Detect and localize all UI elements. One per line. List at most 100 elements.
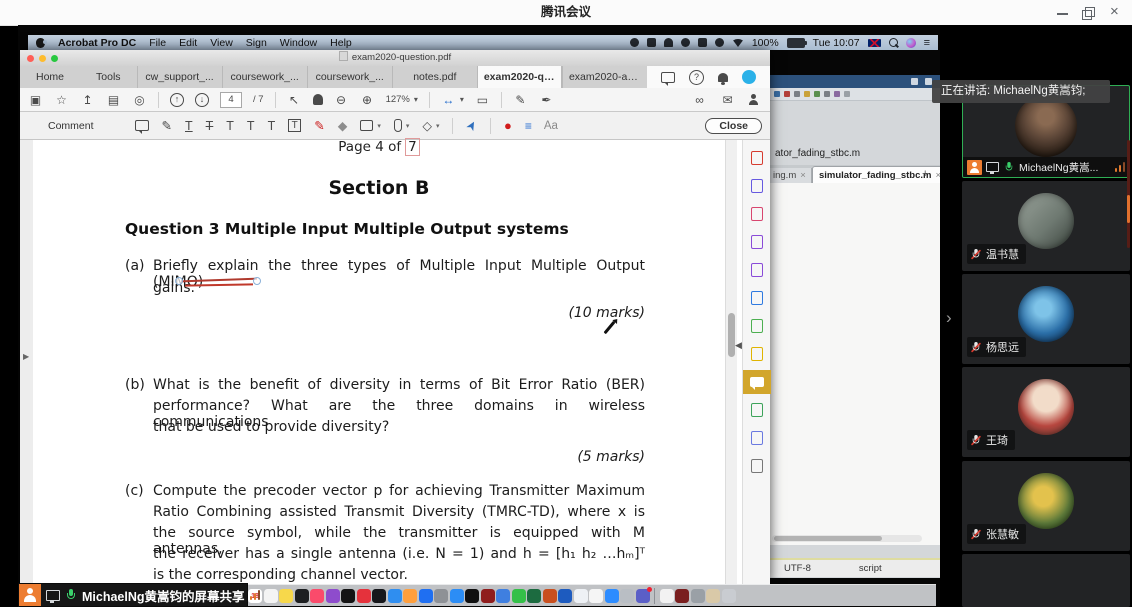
color-swatch-icon[interactable]: ● [504,118,512,133]
email-icon[interactable]: ✉ [720,93,735,107]
eraser-icon[interactable]: ◆ [338,118,348,133]
acrobat-folder-icon[interactable] [675,589,689,603]
protect-icon[interactable] [743,426,771,450]
status-globe-icon[interactable] [715,38,724,47]
tv-icon[interactable] [341,589,355,603]
menu-edit[interactable]: Edit [179,37,197,49]
star-icon[interactable]: ☆ [54,93,69,107]
zoom-in-icon[interactable]: ⊕ [360,93,375,107]
terminal-icon[interactable] [295,589,309,603]
file-tab-coursework2[interactable]: coursework_... [307,66,392,88]
acrobat-icon[interactable] [481,589,495,603]
underline-text-icon[interactable]: T [185,119,193,133]
editor-find-icon[interactable] [844,91,850,97]
page-number-input[interactable]: 4 [220,92,242,108]
account-avatar[interactable] [742,70,756,84]
qq-icon[interactable] [574,589,588,603]
menu-window[interactable]: Window [280,37,317,49]
text-style-button[interactable]: Aa [544,120,558,132]
participant-tile[interactable]: 杨思远 [962,274,1130,364]
scrollbar-thumb[interactable] [728,313,735,357]
notifications-bell-icon[interactable] [718,73,728,82]
teams-icon[interactable] [636,589,650,603]
print-icon[interactable]: ▤ [106,93,121,107]
reminders-icon[interactable] [264,589,278,603]
menu-sign[interactable]: Sign [246,37,267,49]
replace-text-icon[interactable]: T [226,119,234,133]
insert-text-icon[interactable]: T [247,119,255,133]
participant-tile[interactable]: 王琦 [962,367,1130,457]
add-text-icon[interactable]: T [268,119,276,133]
measure-icon[interactable]: ▭ [475,93,490,107]
pdf-page[interactable]: Page 4 of7 Section B Question 3 Multiple… [33,140,725,585]
menu-help[interactable]: Help [330,37,352,49]
edit-pdf-icon[interactable] [743,314,771,338]
expand-left-panel-icon[interactable]: ▶ [23,352,29,361]
sign-pen-icon[interactable] [743,258,771,282]
request-signatures-icon[interactable] [743,342,771,366]
participant-tile[interactable]: 温书慧 [962,181,1130,271]
tab-close-icon[interactable]: × [800,170,806,181]
status-meeting-icon[interactable] [698,38,707,47]
stickies-icon[interactable] [279,589,293,603]
siri-icon[interactable] [906,38,916,48]
select-pointer-icon[interactable]: ↖ [287,93,302,107]
scan-ocr-icon[interactable] [743,398,771,422]
panel-scrollbar-thumb[interactable] [1127,195,1130,223]
page-scrollbar[interactable] [725,140,737,585]
next-page-icon[interactable]: ↓ [195,93,209,107]
help-icon[interactable]: ? [689,70,704,85]
stamp-icon[interactable] [360,120,373,131]
status-wechat-icon[interactable] [681,38,690,47]
tab-tools[interactable]: Tools [80,66,137,88]
zoom-dropdown-icon[interactable]: ▾ [414,95,418,104]
editor-window-icon[interactable] [911,78,918,85]
close-comment-button[interactable]: Close [705,118,762,134]
file-tab-cw-support[interactable]: cw_support_... [137,66,222,88]
input-language-flag-icon[interactable] [868,39,881,47]
word-icon[interactable] [558,589,572,603]
shapes-icon[interactable]: ◇ [422,118,432,133]
control-center-icon[interactable]: ≡ [924,37,930,49]
wifi-icon[interactable] [732,39,744,47]
panel-scrollbar[interactable] [1127,140,1130,248]
create-pdf-icon[interactable] [743,146,771,170]
collapse-panel-icon[interactable]: › [946,308,952,328]
feedback-bubble-icon[interactable] [661,72,675,83]
hand-tool-icon[interactable] [313,94,323,105]
editor-run-icon[interactable] [834,91,840,97]
line-thickness-icon[interactable]: ≡ [525,119,531,133]
editor-new-tab-button[interactable]: + [922,168,928,180]
quicktime-icon[interactable] [450,589,464,603]
add-person-icon[interactable] [748,94,760,106]
x-app-icon[interactable] [465,589,479,603]
annotation-handle[interactable] [175,277,183,285]
pages-icon[interactable] [403,589,417,603]
tab-home[interactable]: Home [20,66,80,88]
link-icon[interactable]: ∞ [692,93,707,107]
editor-tab-active[interactable]: simulator_fading_stbc.m× [812,166,940,183]
spotlight-search-icon[interactable] [889,38,898,47]
status-notification-icon[interactable] [664,38,673,47]
fill-and-sign-icon[interactable] [743,230,771,254]
highlight-text-icon[interactable]: ✎ [162,118,172,133]
music-icon[interactable] [310,589,324,603]
notability-icon[interactable] [496,589,510,603]
keychain-icon[interactable] [620,589,634,603]
combine-files-icon[interactable] [743,286,771,310]
attachment-icon[interactable] [394,119,402,132]
minimize-button[interactable] [1056,8,1070,18]
participant-tile[interactable]: 张慧敏 [962,461,1130,551]
news-icon[interactable] [357,589,371,603]
file-tab-exam-question-active[interactable]: exam2020-qu...× [477,66,562,88]
app-store-icon[interactable] [419,589,433,603]
matlab-icon[interactable] [543,589,557,603]
editor-paste-icon[interactable] [804,91,810,97]
vlc-icon[interactable] [589,589,603,603]
wechat-icon[interactable] [512,589,526,603]
close-window-button[interactable]: × [1110,1,1124,11]
zoom-out-icon[interactable]: ⊖ [334,93,349,107]
picture-file-icon[interactable] [706,589,720,603]
document-icon[interactable] [660,589,674,603]
search-lens-icon[interactable]: ◎ [132,93,147,107]
